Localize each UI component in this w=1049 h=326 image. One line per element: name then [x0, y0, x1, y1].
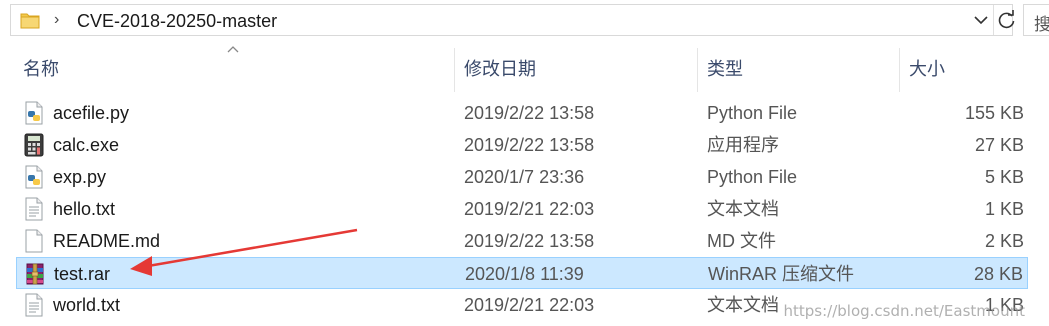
file-name: exp.py [53, 167, 107, 187]
refresh-icon[interactable] [995, 8, 1019, 32]
file-name: calc.exe [53, 135, 120, 155]
file-date: 2019/2/22 13:58 [464, 103, 595, 123]
column-header-type[interactable]: 类型 [707, 57, 743, 81]
column-header-date[interactable]: 修改日期 [464, 57, 536, 81]
calculator-exe-icon [24, 133, 44, 157]
file-size: 28 KB [973, 264, 1023, 284]
file-name: world.txt [53, 295, 121, 315]
file-explorer-window: › CVE-2018-20250-master 搜 名称 修改日期 类型 大小 [0, 0, 1049, 326]
file-date: 2020/1/8 11:39 [465, 264, 584, 284]
file-name: hello.txt [53, 199, 116, 219]
address-bar[interactable]: › CVE-2018-20250-master [10, 4, 1015, 36]
folder-icon [20, 13, 40, 29]
file-date: 2019/2/21 22:03 [464, 295, 595, 315]
file-type: 应用程序 [707, 135, 779, 155]
file-size: 155 KB [964, 103, 1024, 123]
file-size: 5 KB [984, 167, 1024, 187]
file-row[interactable]: exp.py 2020/1/7 23:36 Python File 5 KB [16, 161, 1028, 193]
search-placeholder: 搜 [1034, 15, 1049, 34]
file-row[interactable]: calc.exe 2019/2/22 13:58 应用程序 27 KB [16, 129, 1028, 161]
file-type: WinRAR 压缩文件 [708, 264, 855, 284]
file-row-selected[interactable]: test.rar 2020/1/8 11:39 WinRAR 压缩文件 28 K… [16, 257, 1028, 289]
column-divider[interactable] [697, 48, 698, 92]
file-row[interactable]: hello.txt 2019/2/21 22:03 文本文档 1 KB [16, 193, 1028, 225]
search-input[interactable]: 搜 [1023, 4, 1049, 36]
column-divider[interactable] [454, 48, 455, 92]
file-name: acefile.py [53, 103, 130, 123]
file-row[interactable]: README.md 2019/2/22 13:58 MD 文件 2 KB [16, 225, 1028, 257]
file-date: 2019/2/21 22:03 [464, 199, 595, 219]
sort-ascending-icon [227, 46, 239, 53]
file-size: 1 KB [984, 199, 1024, 219]
python-file-icon [25, 101, 43, 125]
winrar-archive-icon [26, 263, 44, 285]
file-date: 2019/2/22 13:58 [464, 231, 595, 251]
file-date: 2019/2/22 13:58 [464, 135, 595, 155]
column-header-size[interactable]: 大小 [909, 57, 945, 81]
file-type: 文本文档 [707, 199, 779, 219]
address-divider [993, 5, 994, 35]
file-date: 2020/1/7 23:36 [464, 167, 585, 187]
file-size: 2 KB [984, 231, 1024, 251]
breadcrumb-chevron-icon[interactable]: › [54, 10, 68, 30]
file-type: MD 文件 [707, 231, 776, 251]
file-row[interactable]: acefile.py 2019/2/22 13:58 Python File 1… [16, 97, 1028, 129]
file-name: README.md [53, 231, 161, 251]
chevron-down-icon[interactable] [969, 8, 993, 32]
file-size: 27 KB [974, 135, 1024, 155]
file-type: Python File [707, 103, 798, 123]
file-type: 文本文档 [707, 295, 779, 315]
column-divider[interactable] [899, 48, 900, 92]
blank-file-icon [25, 229, 43, 253]
file-type: Python File [707, 167, 798, 187]
column-header-name[interactable]: 名称 [23, 57, 59, 81]
column-header-row: 名称 修改日期 类型 大小 [0, 44, 1049, 94]
text-file-icon [25, 197, 43, 221]
breadcrumb-current-folder[interactable]: CVE-2018-20250-master [77, 10, 277, 32]
watermark-text: https://blog.csdn.net/Eastmount [783, 302, 1025, 320]
file-name: test.rar [54, 264, 111, 284]
text-file-icon [25, 293, 43, 317]
python-file-icon [25, 165, 43, 189]
